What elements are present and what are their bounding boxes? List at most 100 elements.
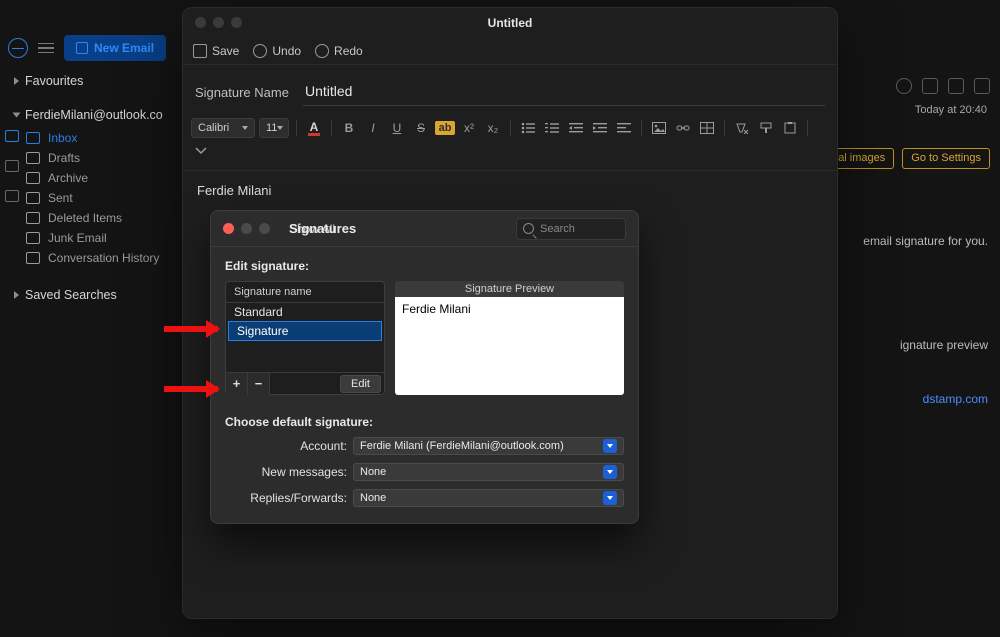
sidebar-item-conversation[interactable]: Conversation History <box>20 248 180 268</box>
sidebar-item-label: Deleted Items <box>48 211 122 225</box>
sidebar-item-junk[interactable]: Junk Email <box>20 228 180 248</box>
sidebar-item-archive[interactable]: Archive <box>20 168 180 188</box>
menu-icon[interactable] <box>38 43 54 54</box>
bold-button[interactable]: B <box>339 119 359 137</box>
strikethrough-button[interactable]: S <box>411 119 431 137</box>
reply-icon[interactable] <box>922 78 938 94</box>
trash-icon <box>26 212 40 224</box>
sidebar-item-label: Archive <box>48 171 88 185</box>
chevron-right-icon <box>14 291 19 299</box>
divider <box>641 120 642 136</box>
window-titlebar[interactable]: Untitled <box>183 8 837 38</box>
account-label: Account: <box>225 439 353 453</box>
signature-name-input[interactable]: Untitled <box>303 79 825 106</box>
indent-button[interactable] <box>590 119 610 137</box>
edit-signature-button[interactable]: Edit <box>340 375 381 393</box>
divider <box>807 120 808 136</box>
sidebar-item-sent[interactable]: Sent <box>20 188 180 208</box>
sidebar-item-label: Sent <box>48 191 73 205</box>
picture-button[interactable] <box>649 119 669 137</box>
traffic-lights[interactable] <box>195 17 242 28</box>
highlight-button[interactable]: ab <box>435 119 455 137</box>
traffic-lights[interactable] <box>223 223 270 234</box>
sidebar-item-inbox[interactable]: Inbox <box>20 128 180 148</box>
table-button[interactable] <box>697 119 717 137</box>
globe-icon <box>8 38 28 58</box>
timestamp: Today at 20:40 <box>915 104 987 116</box>
font-size-select[interactable]: 11 <box>259 118 289 138</box>
signature-list-header: Signature name <box>226 282 384 303</box>
sidebar-item-drafts[interactable]: Drafts <box>20 148 180 168</box>
minimize-dot[interactable] <box>241 223 252 234</box>
divider <box>331 120 332 136</box>
search-placeholder: Search <box>540 223 575 235</box>
reply-all-icon[interactable] <box>948 78 964 94</box>
new-messages-select[interactable]: None <box>353 463 624 481</box>
junk-icon <box>26 232 40 244</box>
zoom-dot[interactable] <box>231 17 242 28</box>
inbox-icon <box>26 132 40 144</box>
select-knob-icon <box>603 465 617 479</box>
signature-name-label: Signature Name <box>195 85 289 100</box>
signature-list: Signature name Standard Signature + − Ed… <box>225 281 385 395</box>
more-button[interactable] <box>191 142 211 160</box>
zoom-dot[interactable] <box>259 223 270 234</box>
caret-icon <box>242 126 248 130</box>
signature-row[interactable]: Standard <box>226 303 384 321</box>
undo-icon <box>253 44 267 58</box>
account-select[interactable]: Ferdie Milani (FerdieMilani@outlook.com) <box>353 437 624 455</box>
go-to-settings-chip[interactable]: Go to Settings <box>902 148 990 169</box>
favourites-section[interactable]: Favourites <box>0 68 180 92</box>
saved-searches-section[interactable]: Saved Searches <box>0 282 180 306</box>
divider <box>724 120 725 136</box>
paste-button[interactable] <box>780 119 800 137</box>
outdent-button[interactable] <box>566 119 586 137</box>
select-knob-icon <box>603 439 617 453</box>
signature-body[interactable]: Ferdie Milani <box>183 171 837 210</box>
numbered-list-button[interactable] <box>542 119 562 137</box>
font-family-select[interactable]: Calibri <box>191 118 255 138</box>
font-color-button[interactable]: A <box>304 119 324 137</box>
remove-signature-button[interactable]: − <box>248 373 270 395</box>
account-section[interactable]: FerdieMilani@outlook.co <box>0 102 180 126</box>
new-email-button[interactable]: New Email <box>64 35 166 61</box>
annotation-arrow <box>164 386 218 392</box>
redo-button[interactable]: Redo <box>315 44 363 58</box>
format-toolbar: Calibri 11 A B I U S ab x² x₂ <box>183 116 837 171</box>
signature-row-editing[interactable]: Signature <box>228 321 382 341</box>
font-size-value: 11 <box>266 122 277 134</box>
choose-default-label: Choose default signature: <box>225 415 624 429</box>
replies-forwards-select[interactable]: None <box>353 489 624 507</box>
sidebar-item-deleted[interactable]: Deleted Items <box>20 208 180 228</box>
superscript-button[interactable]: x² <box>459 119 479 137</box>
bulleted-list-button[interactable] <box>518 119 538 137</box>
search-input[interactable]: Search <box>516 218 626 240</box>
save-button[interactable]: Save <box>193 44 239 58</box>
italic-button[interactable]: I <box>363 119 383 137</box>
clear-format-button[interactable] <box>732 119 752 137</box>
bg-link-fragment[interactable]: dstamp.com <box>923 392 988 406</box>
edit-signature-label: Edit signature: <box>225 259 624 273</box>
replies-forwards-value: None <box>360 492 386 504</box>
link-button[interactable] <box>673 119 693 137</box>
minimize-dot[interactable] <box>213 17 224 28</box>
subscript-button[interactable]: x₂ <box>483 119 503 137</box>
pref-title: Signatures <box>289 221 356 236</box>
sun-icon[interactable] <box>896 78 912 94</box>
add-signature-button[interactable]: + <box>226 373 248 395</box>
caret-icon <box>277 126 283 130</box>
align-button[interactable] <box>614 119 634 137</box>
preview-body: Ferdie Milani <box>395 297 624 395</box>
format-painter-button[interactable] <box>756 119 776 137</box>
close-dot[interactable] <box>223 223 234 234</box>
replies-forwards-label: Replies/Forwards: <box>225 491 353 505</box>
save-icon <box>193 44 207 58</box>
undo-button[interactable]: Undo <box>253 44 301 58</box>
close-dot[interactable] <box>195 17 206 28</box>
sidebar-item-label: Conversation History <box>48 251 159 265</box>
forward-icon[interactable] <box>974 78 990 94</box>
signatures-preferences-dialog: Signatures Show All Search Edit signatur… <box>210 210 639 524</box>
underline-button[interactable]: U <box>387 119 407 137</box>
sidebar-item-label: Inbox <box>48 131 77 145</box>
divider <box>510 120 511 136</box>
